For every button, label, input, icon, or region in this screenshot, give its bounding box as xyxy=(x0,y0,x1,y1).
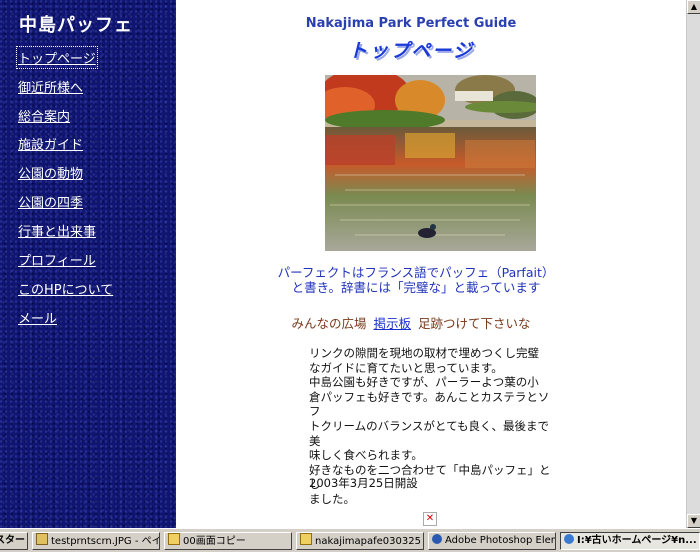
taskbar-item-label: nakajimapafe030325 xyxy=(315,536,421,547)
nav-link-events[interactable]: 行事と出来事 xyxy=(18,221,96,240)
taskbar-item-label: testprntscrn.JPG - ペイ... xyxy=(51,536,160,547)
site-title: 中島パッフェ xyxy=(19,15,133,36)
taskbar-item-label: Adobe Photoshop Eleme... xyxy=(445,535,555,546)
nav-link-about-site[interactable]: このHPについて xyxy=(18,279,113,298)
nav-link-profile[interactable]: プロフィール xyxy=(18,250,96,269)
bulletin-board-link[interactable]: 掲示板 xyxy=(373,316,411,331)
forum-suffix: 足跡つけて下さいな xyxy=(418,316,531,331)
intro-line: ました。 xyxy=(309,491,355,506)
intro-line: 倉パッフェも好きです。あんことカステラとソフ xyxy=(309,389,550,419)
taskbar-item-folder[interactable]: nakajimapafe030325 xyxy=(296,532,424,550)
scroll-down-icon[interactable]: ▼ xyxy=(687,514,700,528)
nav-link-facility-guide[interactable]: 施設ガイド xyxy=(18,134,83,153)
guide-heading: Nakajima Park Perfect Guide xyxy=(305,16,517,31)
start-button[interactable]: スタート xyxy=(0,532,28,550)
scroll-up-icon[interactable]: ▲ xyxy=(687,0,700,14)
taskbar-item-folder[interactable]: 00画面コピー xyxy=(164,532,292,550)
parfait-caption: パーフェクトはフランス語でパッフェ（Parfait） と書き。辞書には「完璧な」… xyxy=(246,265,586,295)
photoshop-icon xyxy=(432,534,442,544)
nav-link-mail[interactable]: メール xyxy=(18,308,57,327)
vertical-scrollbar[interactable]: ▲ ▼ xyxy=(686,0,700,528)
autumn-pond-photo xyxy=(325,75,536,251)
nav-link-general-info[interactable]: 総合案内 xyxy=(18,106,70,125)
intro-line: なガイドに育てたいと思っています。 xyxy=(309,360,503,375)
folder-icon xyxy=(168,533,180,545)
forum-line: みんなの広場 掲示板 足跡つけて下さいな xyxy=(176,313,646,332)
main-content: Nakajima Park Perfect Guide トップページ パーフェク… xyxy=(176,0,686,528)
intro-line: トクリームのバランスがとても良く、最後まで美 xyxy=(309,418,550,448)
intro-line: 味しく食べられます。 xyxy=(309,448,423,463)
nav-link-top-page[interactable]: トップページ xyxy=(16,46,98,69)
broken-image-icon: ✕ xyxy=(423,512,437,526)
nav-link-neighbors[interactable]: 御近所様へ xyxy=(18,77,83,96)
taskbar-item-label: 00画面コピー xyxy=(183,536,246,547)
nav-link-park-seasons[interactable]: 公園の四季 xyxy=(18,192,83,211)
forum-prefix: みんなの広場 xyxy=(291,316,367,331)
browser-icon xyxy=(564,534,574,544)
open-date: 2003年3月25日開設 xyxy=(309,476,418,490)
intro-line: リンクの隙間を現地の取材で埋めつくし完璧 xyxy=(309,346,539,360)
taskbar: スタート testprntscrn.JPG - ペイ... 00画面コピー na… xyxy=(0,528,700,552)
folder-icon xyxy=(300,533,312,545)
sidebar: 中島パッフェ トップページ 御近所様へ 総合案内 施設ガイド 公園の動物 公園の… xyxy=(0,0,176,528)
taskbar-item-photoshop[interactable]: Adobe Photoshop Eleme... xyxy=(428,532,556,550)
taskbar-item-paint[interactable]: testprntscrn.JPG - ペイ... xyxy=(32,532,160,550)
caption-line: パーフェクトはフランス語でパッフェ（Parfait） xyxy=(277,265,555,280)
paint-icon xyxy=(36,533,48,545)
taskbar-item-browser[interactable]: I:¥古いホームページ¥n... xyxy=(560,532,700,550)
intro-line: 中島公園も好きですが、パーラーよつ葉の小 xyxy=(309,375,539,390)
page-title: トップページ xyxy=(348,40,474,62)
nav-link-park-animals[interactable]: 公園の動物 xyxy=(18,163,83,182)
taskbar-item-label: I:¥古いホームページ¥n... xyxy=(577,535,697,546)
caption-line: と書き。辞書には「完璧な」と載っています xyxy=(291,280,541,295)
